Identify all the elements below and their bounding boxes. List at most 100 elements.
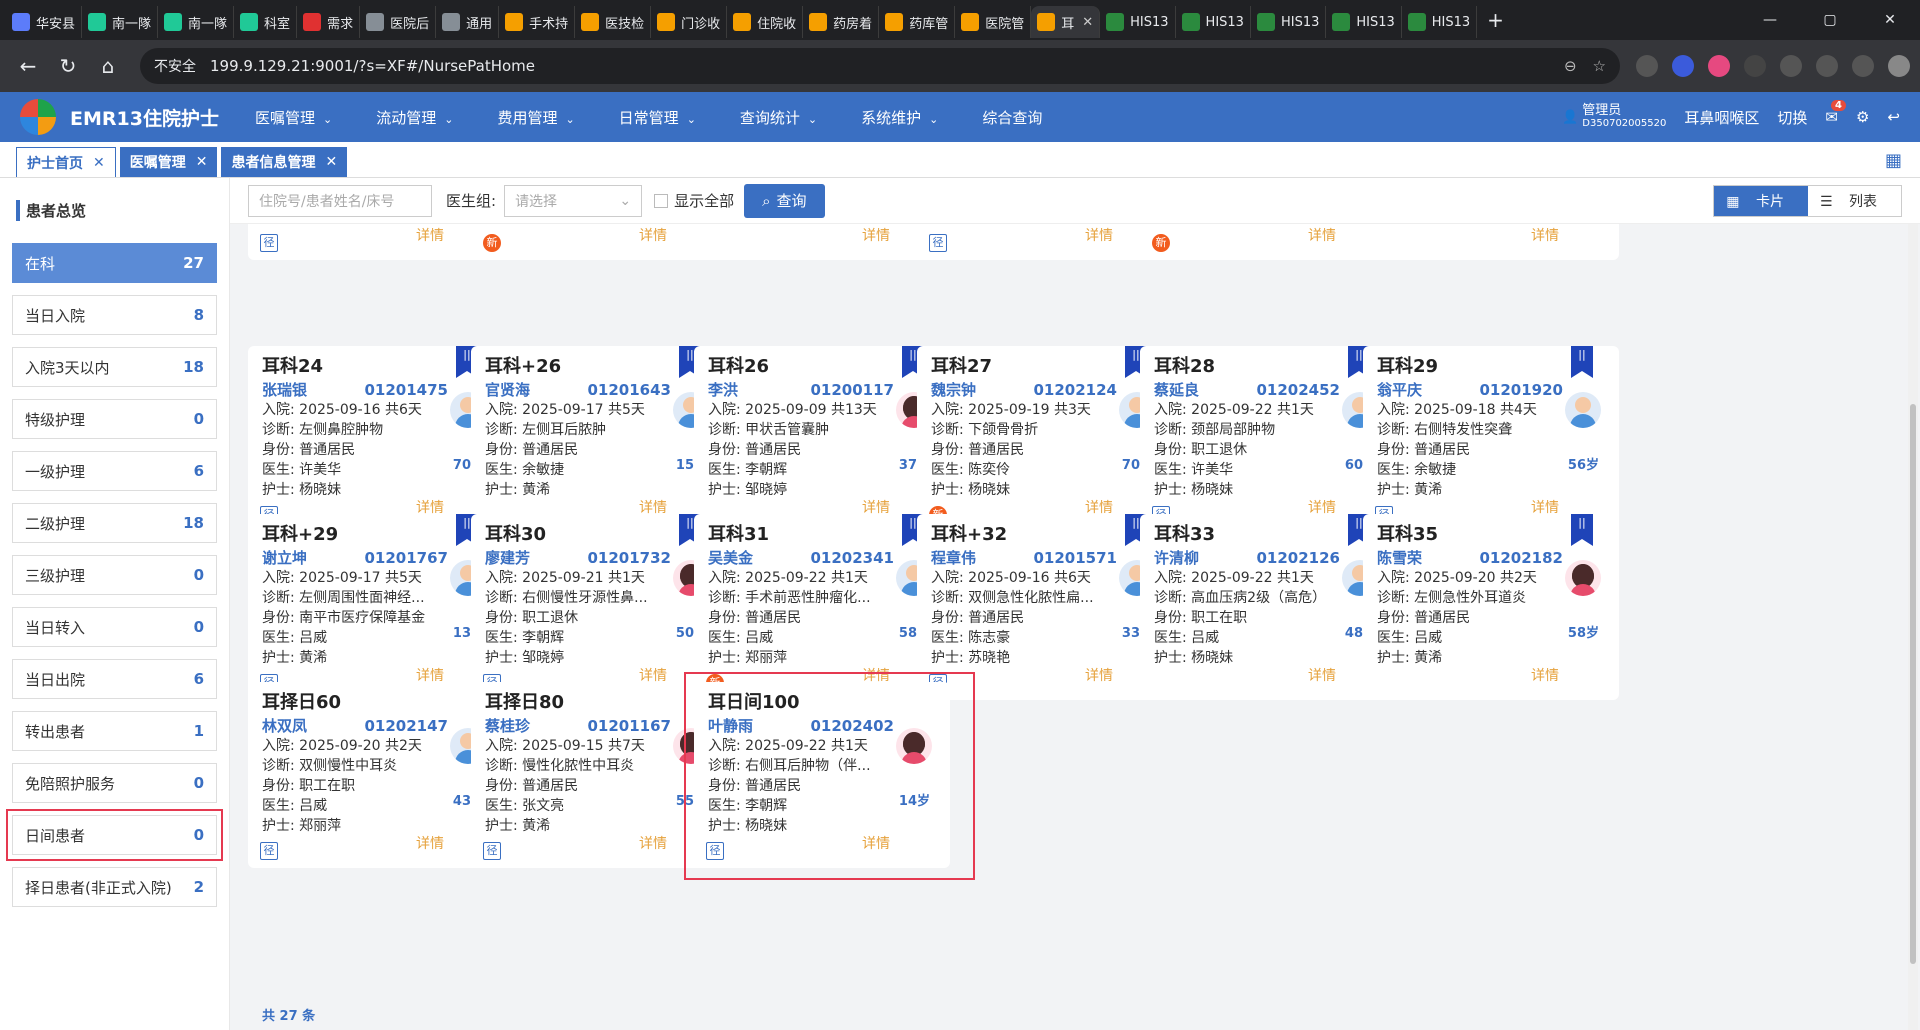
back-icon[interactable]: ← — [10, 48, 46, 84]
patient-card[interactable]: 耳科24 张瑞银 01201475 入院: 2025-09-16 共6天 诊断: 左侧鼻… — [248, 346, 504, 532]
query-button[interactable]: ⌕ 查询 — [744, 183, 825, 218]
patient-card[interactable]: 耳科27 魏宗钟 01202124 入院: 2025-09-19 共3天 诊断: 下颌骨… — [917, 346, 1173, 532]
patient-name[interactable]: 官贤海 — [485, 380, 530, 400]
maximize-icon[interactable]: ▢ — [1800, 12, 1860, 28]
patient-card[interactable]: 耳科29 翁平庆 01201920 入院: 2025-09-18 共4天 诊断: 右侧特… — [1363, 346, 1619, 532]
browser-tab[interactable]: 住院收 — [727, 6, 804, 38]
close-icon[interactable]: ✕ — [93, 155, 105, 171]
patient-name[interactable]: 蔡桂珍 — [485, 716, 530, 736]
detail-link[interactable]: 详情 — [1531, 666, 1559, 686]
tab-order-management[interactable]: 医嘱管理 ✕ — [119, 147, 218, 177]
browser-tab[interactable]: 华安县 — [6, 6, 83, 38]
browser-tab[interactable]: 耳 ✕ — [1031, 6, 1101, 38]
detail-link[interactable]: 详情 — [639, 834, 667, 854]
browser-tab[interactable]: HIS13 — [1176, 6, 1251, 38]
close-icon[interactable]: ✕ — [1082, 15, 1093, 30]
detail-link[interactable]: 详情 — [1308, 226, 1336, 246]
patient-name[interactable]: 张瑞银 — [262, 380, 307, 400]
patient-name[interactable]: 陈雪荣 — [1377, 548, 1422, 568]
detail-link[interactable]: 详情 — [1085, 226, 1113, 246]
tab-nurse-home[interactable]: 护士首页 ✕ — [16, 147, 116, 177]
sidebar-item[interactable]: 入院3天以内 18 — [12, 347, 217, 387]
patient-name[interactable]: 蔡延良 — [1154, 380, 1199, 400]
detail-link[interactable]: 详情 — [862, 226, 890, 246]
sidebar-item[interactable]: 当日转入 0 — [12, 607, 217, 647]
menu-item[interactable]: 系统维护 ⌄ — [861, 107, 938, 128]
patient-card[interactable]: 入院: 2025-09-21 共1天诊断: 左侧声带息肉身份: 普通居民医生: … — [248, 224, 504, 260]
browser-tab[interactable]: HIS13 — [1251, 6, 1327, 38]
sidebar-item[interactable]: 二级护理 18 — [12, 503, 217, 543]
patient-name[interactable]: 程章伟 — [931, 548, 976, 568]
patient-card[interactable]: 耳科+29 谢立坤 01201767 入院: 2025-09-17 共5天 诊断: 左侧… — [248, 514, 504, 700]
browser-tab[interactable]: 药库管 — [879, 6, 956, 38]
patient-name[interactable]: 许清柳 — [1154, 548, 1199, 568]
browser-tab[interactable]: HIS13 — [1326, 6, 1402, 38]
browser-tab[interactable]: 科室 — [234, 6, 298, 38]
history-icon[interactable] — [1816, 55, 1838, 77]
menu-item[interactable]: 费用管理 ⌄ — [497, 107, 574, 128]
security-warning[interactable]: 不安全 — [154, 56, 196, 76]
patient-name[interactable]: 翁平庆 — [1377, 380, 1422, 400]
close-icon[interactable]: ✕ — [196, 154, 208, 170]
home-icon[interactable]: ⌂ — [90, 48, 126, 84]
patient-card[interactable]: 耳择日60 林双凤 01202147 入院: 2025-09-20 共2天 诊断: 双侧… — [248, 682, 504, 868]
browser-tab[interactable]: 通用 — [436, 6, 500, 38]
message-icon[interactable]: ✉ 4 — [1825, 100, 1846, 126]
patient-card[interactable]: 入院: 2025-09-15 共7天诊断: 右侧鼻腔肿物身份: 普通居民医生: … — [917, 224, 1173, 260]
sidebar-item[interactable]: 当日入院 8 — [12, 295, 217, 335]
sidebar-item[interactable]: 特级护理 0 — [12, 399, 217, 439]
sidebar-item[interactable]: 免陪照护服务 0 — [12, 763, 217, 803]
minimize-icon[interactable]: — — [1740, 12, 1800, 28]
tab-patient-info[interactable]: 患者信息管理 ✕ — [221, 147, 348, 177]
sidebar-item[interactable]: 日间患者 0 — [6, 809, 223, 861]
patient-card[interactable]: 入院: 2025-09-21 共1天诊断: 右侧颧弓骨折身份: 自费医生: 李朝… — [694, 224, 950, 260]
browser-tab[interactable]: 南一隊 — [82, 6, 159, 38]
menu-item[interactable]: 流动管理 ⌄ — [376, 107, 453, 128]
sidebar-item[interactable]: 三级护理 0 — [12, 555, 217, 595]
patient-name[interactable]: 谢立坤 — [262, 548, 307, 568]
close-icon[interactable]: ✕ — [325, 154, 337, 170]
patient-name[interactable]: 廖建芳 — [485, 548, 530, 568]
sidebar-item[interactable]: 在科 27 — [12, 243, 217, 283]
detail-link[interactable]: 详情 — [1531, 226, 1559, 246]
logout-icon[interactable]: ↩ — [1887, 108, 1900, 126]
browser-tab[interactable]: 门诊收 — [651, 6, 728, 38]
extension-icon[interactable] — [1708, 55, 1730, 77]
new-tab-icon[interactable]: + — [1487, 8, 1504, 32]
card-view-button[interactable]: ▦ 卡片 — [1714, 185, 1808, 216]
detail-link[interactable]: 详情 — [416, 834, 444, 854]
profile-avatar[interactable] — [1888, 55, 1910, 77]
patient-card[interactable]: 入院: 2025-09-22 共1天诊断: 左侧面部裂伤身份: 普通居民医生: … — [1140, 224, 1396, 260]
extension-icon[interactable] — [1636, 55, 1658, 77]
show-all-checkbox[interactable]: 显示全部 — [654, 190, 734, 211]
grid-menu-icon[interactable]: ▦ — [1885, 150, 1902, 171]
sidebar-item[interactable]: 当日出院 6 — [12, 659, 217, 699]
detail-link[interactable]: 详情 — [416, 226, 444, 246]
extension-icon[interactable] — [1672, 55, 1694, 77]
browser-tab[interactable]: 医院管 — [955, 6, 1032, 38]
browser-tab[interactable]: 医技检 — [575, 6, 652, 38]
url-input[interactable]: 不安全 199.9.129.21:9001/?s=XF#/NursePatHom… — [140, 48, 1620, 84]
patient-name[interactable]: 吴美金 — [708, 548, 753, 568]
browser-tab[interactable]: HIS13 — [1100, 6, 1176, 38]
sidebar-item[interactable]: 转出患者 1 — [12, 711, 217, 751]
patient-card[interactable]: 耳科26 李洪 01200117 入院: 2025-09-09 共13天 诊断: 甲状舌… — [694, 346, 950, 532]
patient-name[interactable]: 魏宗钟 — [931, 380, 976, 400]
menu-item[interactable]: 综合查询 — [982, 107, 1042, 128]
patient-card[interactable]: 耳科35 陈雪荣 01202182 入院: 2025-09-20 共2天 诊断: 左侧急… — [1363, 514, 1619, 700]
patient-name[interactable]: 林双凤 — [262, 716, 307, 736]
scrollbar[interactable] — [1908, 224, 1918, 1030]
checkbox-box[interactable] — [654, 193, 669, 208]
menu-item[interactable]: 医嘱管理 ⌄ — [255, 107, 332, 128]
browser-tab[interactable]: 需求 — [297, 6, 361, 38]
patient-name[interactable]: 李洪 — [708, 380, 738, 400]
detail-link[interactable]: 详情 — [1085, 666, 1113, 686]
puzzle-icon[interactable] — [1780, 55, 1802, 77]
reload-icon[interactable]: ↻ — [50, 48, 86, 84]
patient-card[interactable]: 耳科28 蔡延良 01202452 入院: 2025-09-22 共1天 诊断: 颈部局… — [1140, 346, 1396, 532]
detail-link[interactable]: 详情 — [1308, 666, 1336, 686]
menu-item[interactable]: 查询统计 ⌄ — [740, 107, 817, 128]
extension-icon[interactable] — [1744, 55, 1766, 77]
browser-tab[interactable]: 南一隊 — [158, 6, 235, 38]
ward-name[interactable]: 耳鼻咽喉区 — [1684, 107, 1759, 128]
